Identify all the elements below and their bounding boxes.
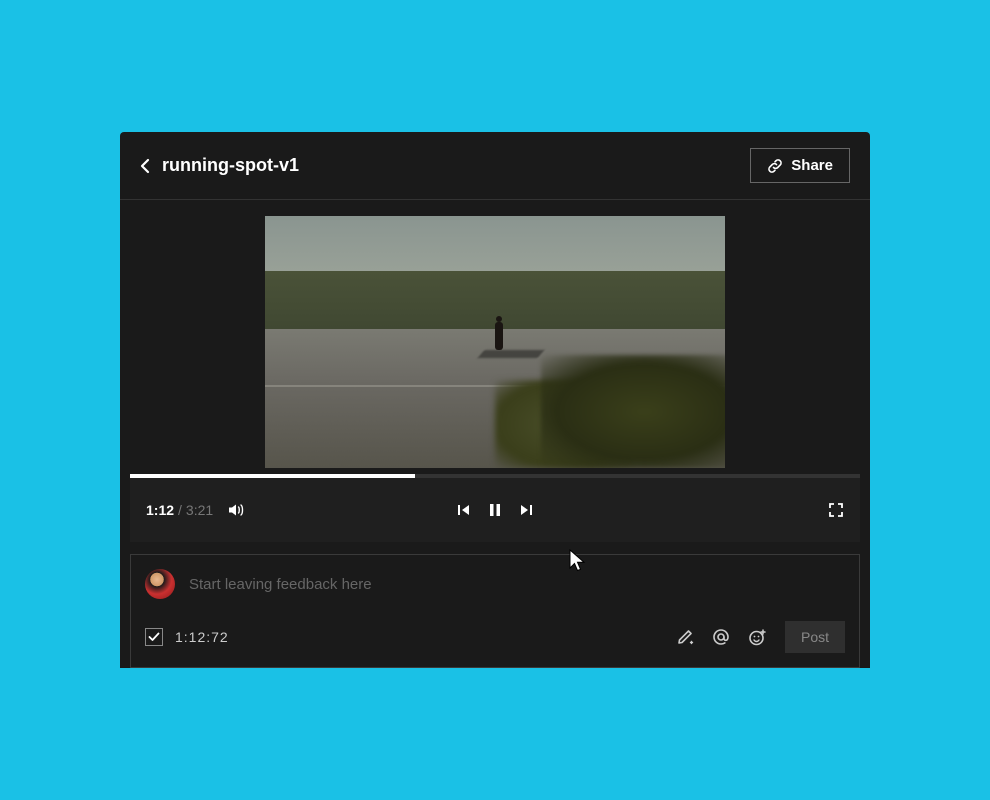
feedback-actions: 1:12:72 <box>145 621 845 653</box>
video-area: 1:12 / 3:21 <box>120 200 870 542</box>
file-title: running-spot-v1 <box>162 155 299 176</box>
header: running-spot-v1 Share <box>120 132 870 200</box>
step-forward-icon <box>519 503 533 517</box>
fullscreen-button[interactable] <box>828 502 844 518</box>
feedback-action-icons: Post <box>676 621 845 653</box>
emoji-button[interactable] <box>748 628 767 647</box>
timestamp-checkbox[interactable] <box>145 628 163 646</box>
step-forward-button[interactable] <box>519 503 533 517</box>
at-icon <box>712 628 730 646</box>
post-button[interactable]: Post <box>785 621 845 653</box>
step-back-button[interactable] <box>457 503 471 517</box>
pencil-icon <box>676 628 694 646</box>
pause-button[interactable] <box>489 503 501 517</box>
video-review-window: running-spot-v1 Share 1:12 / <box>120 132 870 668</box>
feedback-panel: 1:12:72 <box>130 554 860 668</box>
time-separator: / <box>178 502 182 518</box>
timestamp-value: 1:12:72 <box>175 629 229 645</box>
user-avatar <box>145 569 175 599</box>
share-label: Share <box>791 157 833 174</box>
share-button[interactable]: Share <box>750 148 850 183</box>
video-frame[interactable] <box>265 216 725 468</box>
check-icon <box>148 632 160 642</box>
step-back-icon <box>457 503 471 517</box>
time-current: 1:12 <box>146 502 174 518</box>
volume-button[interactable] <box>227 502 245 518</box>
chevron-left-icon <box>140 158 150 174</box>
time-total: 3:21 <box>186 502 213 518</box>
mention-button[interactable] <box>712 628 730 646</box>
time-display: 1:12 / 3:21 <box>146 502 213 518</box>
header-left: running-spot-v1 <box>140 155 299 176</box>
timestamp-group: 1:12:72 <box>145 628 229 646</box>
pause-icon <box>489 503 501 517</box>
feedback-input-row <box>145 569 845 599</box>
back-button[interactable] <box>140 158 150 174</box>
link-icon <box>767 158 783 174</box>
draw-button[interactable] <box>676 628 694 646</box>
volume-icon <box>227 502 245 518</box>
playback-controls-bar: 1:12 / 3:21 <box>130 478 860 542</box>
fullscreen-icon <box>828 502 844 518</box>
feedback-input[interactable] <box>189 576 845 593</box>
emoji-add-icon <box>748 628 767 647</box>
playback-controls <box>457 503 533 517</box>
